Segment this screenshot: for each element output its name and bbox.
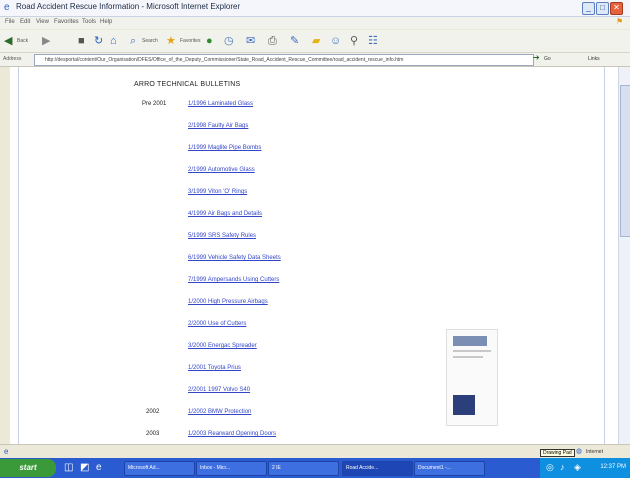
quicklaunch-icon[interactable]: ◩ — [80, 462, 89, 473]
ie-icon: e — [4, 2, 10, 13]
bulletin-link[interactable]: 2/2000 Use of Cutters — [188, 321, 246, 327]
menu-help[interactable]: Help — [100, 19, 112, 25]
year-label: Pre 2001 — [142, 101, 167, 107]
mail-icon[interactable]: ✉ — [246, 34, 255, 48]
taskbar-item[interactable]: Inbox - Micr... — [196, 461, 267, 476]
messenger-icon[interactable]: ☺ — [330, 34, 341, 48]
forward-icon[interactable]: ▶ — [42, 34, 50, 48]
print-icon[interactable]: ⎙ — [268, 34, 277, 48]
menu-tools[interactable]: Tools — [82, 19, 96, 25]
zone-label: Internet — [586, 449, 603, 455]
bulletin-link[interactable]: 5/1999 SRS Safety Rules — [188, 233, 256, 239]
vertical-scrollbar[interactable] — [618, 67, 630, 444]
bulletin-link[interactable]: 1/2003 Rearward Opening Doors — [188, 431, 276, 437]
address-input[interactable]: http://desportal/content/Our_Organisatio… — [34, 54, 534, 66]
taskbar-item[interactable]: 2 IE — [268, 461, 339, 476]
search-icon[interactable]: ⌕ — [130, 34, 136, 48]
status-bar: e ◍ Internet — [0, 444, 630, 459]
tooltip: Drawing Pad — [540, 449, 575, 457]
taskbar: start ◫ ◩ e Microsoft Ad... Inbox - Micr… — [0, 458, 630, 478]
right-border — [604, 67, 605, 444]
refresh-icon[interactable]: ↻ — [94, 34, 103, 48]
history-icon[interactable]: ◷ — [224, 34, 234, 48]
taskbar-item[interactable]: Microsoft Ad... — [124, 461, 195, 476]
menu-view[interactable]: View — [36, 19, 49, 25]
folder-icon[interactable]: ▰ — [312, 34, 320, 48]
go-icon[interactable]: ➔ — [533, 53, 540, 62]
title-bar: e Road Accident Rescue Information - Mic… — [0, 0, 630, 17]
system-tray: ◎ ♪ ◈ 12:37 PM — [540, 458, 630, 478]
quicklaunch-icon[interactable]: e — [96, 462, 102, 473]
page-status-icon: e — [4, 447, 9, 456]
taskbar-item[interactable]: Road Accide... — [342, 461, 413, 476]
year-label: 2002 — [146, 409, 160, 415]
bulletin-link[interactable]: 1/2001 Toyota Prius — [188, 365, 241, 371]
bulletin-link[interactable]: 1/2000 High Pressure Airbags — [188, 299, 268, 305]
bulletin-link[interactable]: 1/2002 BMW Protection — [188, 409, 251, 415]
bulletin-link[interactable]: 6/1999 Vehicle Safety Data Sheets — [188, 255, 281, 261]
windows-logo-icon: ⚑ — [616, 17, 624, 26]
scrollbar-thumb[interactable] — [620, 85, 630, 237]
favorites-label[interactable]: Favorites — [180, 38, 201, 44]
toolbar: ◀ Back ▶ ■ ↻ ⌂ ⌕ Search ★ Favorites ● ◷ … — [0, 30, 630, 53]
stop-icon[interactable]: ■ — [78, 34, 85, 48]
window-title: Road Accident Rescue Information - Micro… — [16, 2, 241, 11]
address-bar: Address http://desportal/content/Our_Org… — [0, 53, 630, 67]
bulletin-link[interactable]: 7/1999 Ampersands Using Cutters — [188, 277, 279, 283]
search-label[interactable]: Search — [142, 38, 158, 44]
back-label[interactable]: Back — [17, 38, 28, 44]
browser-window: e Road Accident Rescue Information - Mic… — [0, 0, 630, 478]
taskbar-item[interactable]: Document1 -... — [414, 461, 485, 476]
maximize-button[interactable]: □ — [596, 2, 609, 15]
research-icon[interactable]: ⚲ — [350, 34, 358, 48]
favorites-icon[interactable]: ★ — [166, 34, 176, 48]
media-icon[interactable]: ● — [206, 34, 213, 48]
close-button[interactable]: ✕ — [610, 2, 623, 15]
menu-bar: File Edit View Favorites Tools Help ⚑ — [0, 17, 630, 29]
go-button[interactable]: Go — [544, 56, 551, 62]
menu-edit[interactable]: Edit — [20, 19, 30, 25]
minimize-button[interactable]: _ — [582, 2, 595, 15]
home-icon[interactable]: ⌂ — [110, 34, 117, 48]
address-label: Address — [3, 56, 22, 62]
clock[interactable]: 12:37 PM — [600, 464, 626, 470]
bulletin-link[interactable]: 1/1999 Maglite Pipe Bombs — [188, 145, 261, 151]
edit-icon[interactable]: ✎ — [290, 34, 299, 48]
back-icon[interactable]: ◀ — [4, 34, 12, 48]
bulletin-link[interactable]: 2/1999 Automotive Glass — [188, 167, 255, 173]
bulletin-link[interactable]: 1/1996 Laminated Glass — [188, 101, 253, 107]
discuss-icon[interactable]: ☷ — [368, 34, 378, 48]
internet-zone-icon: ◍ — [576, 448, 583, 455]
address-url: http://desportal/content/Our_Organisatio… — [45, 57, 404, 63]
menu-favorites[interactable]: Favorites — [54, 19, 79, 25]
year-label: 2003 — [146, 431, 160, 437]
document-thumbnail — [446, 329, 498, 426]
bulletin-link[interactable]: 4/1999 Air Bags and Details — [188, 211, 262, 217]
page-heading: ARRO TECHNICAL BULLETINS — [134, 81, 241, 88]
bulletin-link[interactable]: 2/2001 1997 Volvo S40 — [188, 387, 250, 393]
menu-file[interactable]: File — [5, 19, 15, 25]
page-content: ARRO TECHNICAL BULLETINS Pre 2001 1/1996… — [10, 67, 618, 444]
bulletin-link[interactable]: 2/1998 Faulty Air Bags — [188, 123, 248, 129]
left-border — [18, 67, 19, 444]
links-label[interactable]: Links — [588, 56, 600, 62]
bulletin-link[interactable]: 3/1999 Viton 'O' Rings — [188, 189, 247, 195]
quicklaunch-icon[interactable]: ◫ — [64, 462, 73, 473]
start-button[interactable]: start — [0, 459, 56, 477]
bulletin-link[interactable]: 3/2000 Energac Spreader — [188, 343, 257, 349]
